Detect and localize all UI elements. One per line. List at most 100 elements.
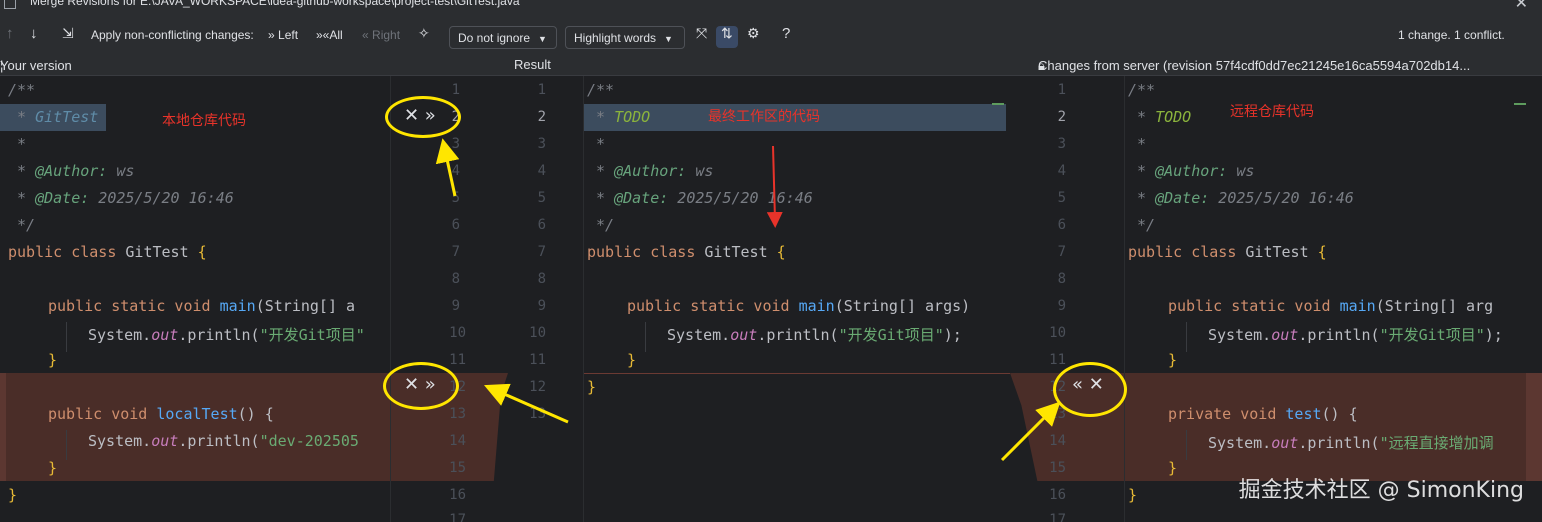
highlight-circle [1053,362,1127,417]
apply-left-button[interactable]: » Left [268,28,298,42]
previous-difference-icon[interactable]: ↑ [6,25,14,42]
code-line: public static void main(String[] arg [1168,297,1494,315]
code-line: } [48,351,58,369]
code-line: public class GitTest { [1128,243,1327,261]
title-bar: Merge Revisions for E:\JAVA_WORKSPACE\id… [0,0,1542,16]
code-line: System.out.println("开发Git项目"); [1208,326,1503,344]
code-line: * @Author: ws [8,162,135,180]
highlight-select[interactable]: Highlight words ▼ [565,26,685,49]
line-number: 12 [529,379,546,395]
dropdown-caret-icon: ▼ [664,34,673,44]
line-number: 15 [449,460,466,476]
code-line: public static void main(String[] args) [627,297,971,315]
code-line: System.out.println("dev-202505 [88,432,359,450]
code-line: } [1168,459,1178,477]
line-number: 3 [537,136,546,152]
line-number: 15 [1049,460,1066,476]
code-line: * [587,135,606,153]
next-difference-icon[interactable]: ↓ [30,25,38,42]
line-number: 4 [451,163,460,179]
line-number: 14 [449,433,466,449]
double-chevron-left-icon: « [362,28,369,42]
red-arrow-center [766,145,783,228]
code-line: System.out.println("开发Git项目"); [667,326,962,344]
line-number: 4 [1057,163,1066,179]
gear-icon[interactable]: ⚙ [747,25,760,42]
line-number: 7 [1057,244,1066,260]
app-icon [4,0,16,9]
right-conflict-marker [1526,373,1542,481]
line-number: 5 [537,190,546,206]
code-line: public class GitTest { [8,243,207,261]
conflict-insert-line [584,373,1010,374]
pane-headers: ¦ Your version Result 🔒︎ Changes from serv… [0,56,1542,76]
line-number: 11 [529,352,546,368]
code-line: } [48,459,58,477]
apply-right-button[interactable]: « Right [362,28,400,42]
whitespace-select-value: Do not ignore [458,31,531,45]
code-line: /** [587,81,615,99]
indent-guide [1186,322,1187,352]
code-line: private void test() { [1168,405,1358,423]
line-number: 8 [451,271,460,287]
line-number: 9 [1057,298,1066,314]
indent-guide [645,322,646,352]
line-number: 2 [537,109,546,125]
line-number: 1 [451,82,460,98]
center-divider [583,76,584,522]
code-line: } [587,378,597,396]
line-number: 8 [537,271,546,287]
code-line: * TODO [587,108,651,126]
code-line: System.out.println("远程直接增加调 [1208,434,1494,452]
whitespace-select[interactable]: Do not ignore ▼ [449,26,557,49]
left-conflict-marker [0,373,6,481]
line-number: 1 [537,82,546,98]
collapse-unchanged-icon[interactable]: ⤧ [696,25,707,42]
line-number: 6 [537,217,546,233]
line-number: 17 [1049,512,1066,522]
highlight-select-value: Highlight words [574,31,657,45]
code-line: */ [1128,216,1156,234]
working-tree-annotation: 最终工作区的代码 [708,109,820,125]
code-line: public void localTest() { [48,405,274,423]
code-line: } [627,351,637,369]
magic-resolve-icon[interactable]: ✧ [418,25,430,42]
result-scroll-marker [992,103,1004,105]
code-line: * @Date: 2025/5/20 16:46 [8,189,234,207]
line-number: 10 [449,325,466,341]
indent-guide [66,430,67,460]
result-pane-header: Result [514,57,551,72]
indent-guide [1186,430,1187,460]
merge-toolbar: ↑ ↓ ⇲ Apply non-conflicting changes: » L… [0,16,1542,56]
code-line: * @Date: 2025/5/20 16:46 [587,189,813,207]
code-line: * [1128,135,1147,153]
line-number: 7 [451,244,460,260]
line-number: 6 [451,217,460,233]
line-number: 16 [449,487,466,503]
help-icon[interactable]: ? [782,25,790,42]
right-conflict-block [1124,373,1542,481]
close-icon[interactable]: ✕ [1515,0,1528,12]
code-line: * @Author: ws [587,162,714,180]
line-number: 13 [449,406,466,422]
apply-icon[interactable]: ⇲ [62,25,74,42]
highlight-circle [383,362,459,410]
line-number: 14 [1049,433,1066,449]
apply-non-conflicting-label: Apply non-conflicting changes: [91,28,254,42]
line-number: 7 [537,244,546,260]
right-scroll-marker [1514,103,1526,105]
line-number: 11 [1049,352,1066,368]
code-line: */ [8,216,36,234]
apply-all-button[interactable]: »«All [316,28,343,42]
code-line: */ [587,216,615,234]
watermark: 掘金技术社区 @ SimonKing [1238,478,1524,503]
local-repo-annotation: 本地仓库代码 [162,113,246,129]
apply-right-label: Right [372,28,401,42]
line-number: 9 [537,298,546,314]
sync-scroll-icon: ⇅ [721,25,733,41]
double-chevron-right-icon: » [268,28,275,42]
line-number: 5 [451,190,460,206]
right-divider [1124,76,1125,522]
code-line: } [1128,486,1138,504]
line-number: 10 [529,325,546,341]
